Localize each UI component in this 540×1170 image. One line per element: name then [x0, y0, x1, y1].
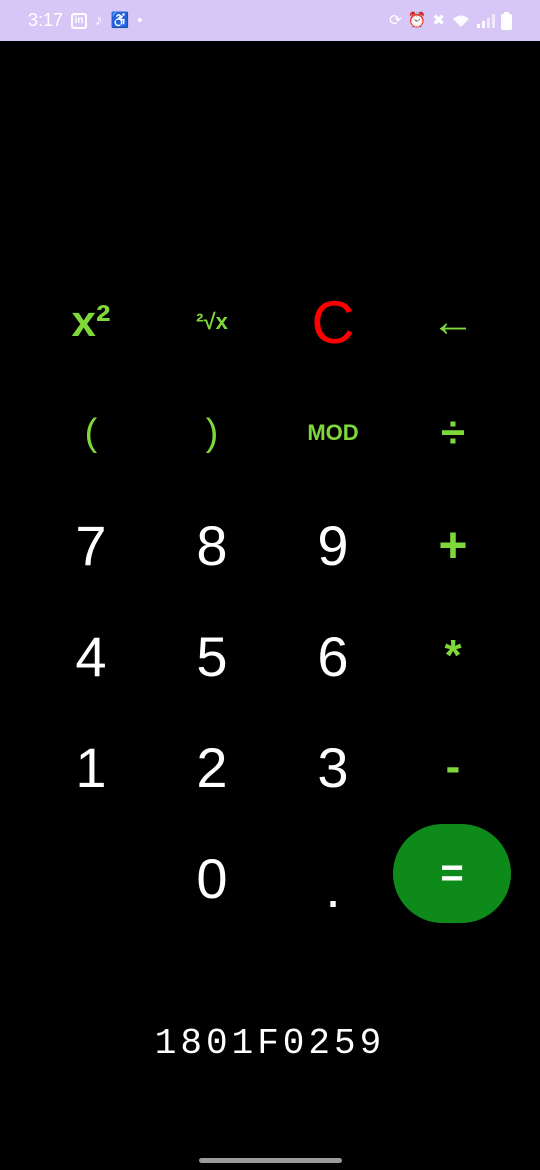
status-time: 3:17 — [28, 10, 64, 30]
digit-2-button[interactable]: 2 — [157, 721, 267, 813]
notification-dot-icon: • — [137, 12, 143, 29]
mod-button[interactable]: MOD — [278, 387, 388, 479]
status-bar: 3:17 in ♪ ♿ • ⟳ ⏰ ✖ — [0, 0, 540, 41]
divide-button[interactable]: ÷ — [398, 387, 508, 479]
digit-1-button[interactable]: 1 — [36, 721, 146, 813]
digit-8-button[interactable]: 8 — [157, 499, 267, 591]
close-paren-button[interactable]: ) — [157, 387, 267, 479]
digit-3-button[interactable]: 3 — [278, 721, 388, 813]
sync-icon: ⟳ — [389, 12, 402, 29]
digit-5-button[interactable]: 5 — [157, 610, 267, 702]
backspace-button[interactable]: ← — [398, 276, 508, 368]
open-paren-button[interactable]: ( — [36, 387, 146, 479]
status-bar-right: ⟳ ⏰ ✖ — [389, 11, 512, 30]
alarm-icon: ⏰ — [407, 12, 427, 29]
square-root-button[interactable]: ²√x — [157, 276, 267, 368]
mute-icon: ✖ — [432, 12, 445, 29]
digit-9-button[interactable]: 9 — [278, 499, 388, 591]
accessibility-icon: ♿ — [110, 12, 130, 29]
tiktok-icon: ♪ — [95, 12, 103, 29]
decimal-point-button[interactable]: . — [278, 832, 388, 924]
digit-4-button[interactable]: 4 — [36, 610, 146, 702]
minus-button[interactable]: - — [398, 721, 508, 813]
battery-icon — [501, 11, 512, 30]
linkedin-icon: in — [71, 12, 88, 29]
digit-0-button[interactable]: 0 — [157, 832, 267, 924]
wifi-icon — [451, 13, 471, 29]
square-button[interactable]: x² — [36, 276, 146, 368]
multiply-button[interactable]: * — [398, 610, 508, 702]
digit-6-button[interactable]: 6 — [278, 610, 388, 702]
equals-button[interactable]: = — [393, 824, 511, 923]
plus-button[interactable]: + — [398, 499, 508, 591]
calculator-body: x² ²√x C ← ( ) MOD ÷ 7 8 9 + 4 5 6 * 1 2… — [0, 41, 540, 1170]
digit-7-button[interactable]: 7 — [36, 499, 146, 591]
gesture-nav-handle[interactable] — [199, 1158, 342, 1163]
result-display: 1801F0259 — [154, 1023, 386, 1064]
status-bar-left: 3:17 in ♪ ♿ • — [28, 10, 143, 31]
signal-icon — [477, 13, 495, 28]
clear-button[interactable]: C — [278, 276, 388, 368]
